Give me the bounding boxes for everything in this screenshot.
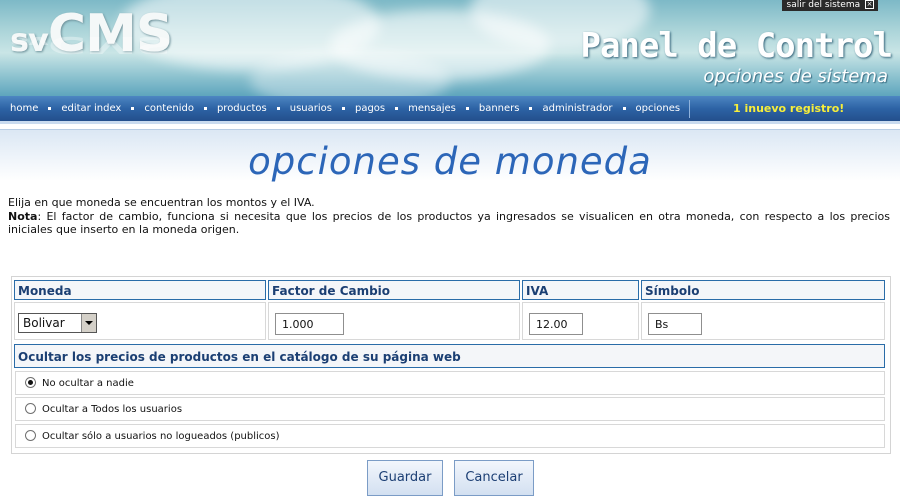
note-label: Nota — [8, 210, 38, 223]
radio-label: No ocultar a nadie — [42, 378, 134, 389]
nav-item-contenido[interactable]: contenido — [142, 103, 196, 114]
nav-separator — [203, 107, 207, 110]
radio-option-ocultar-todos[interactable]: Ocultar a Todos los usuarios — [15, 397, 885, 421]
header-factor-cambio: Factor de Cambio — [268, 280, 520, 300]
nav-item-editar-index[interactable]: editar index — [59, 103, 123, 114]
header-simbolo: Símbolo — [641, 280, 885, 300]
chevron-down-icon — [81, 314, 96, 332]
nav-item-banners[interactable]: banners — [477, 103, 522, 114]
main-nav: home editar index contenido productos us… — [0, 96, 900, 121]
header-iva: IVA — [522, 280, 639, 300]
nav-separator — [465, 107, 469, 110]
moneda-selected-value: Bolivar — [23, 316, 65, 330]
radio-option-no-ocultar[interactable]: No ocultar a nadie — [15, 371, 885, 395]
nav-separator — [622, 107, 626, 110]
hide-prices-header: Ocultar los precios de productos en el c… — [14, 344, 885, 368]
page-title: opciones de moneda — [248, 140, 652, 183]
nav-item-home[interactable]: home — [8, 103, 40, 114]
page-title-box: opciones de moneda — [0, 129, 900, 183]
nav-separator — [276, 107, 280, 110]
nav-separator — [341, 107, 345, 110]
panel-subtitle: opciones de sistema — [703, 66, 888, 87]
nav-separator — [529, 107, 533, 110]
nav-item-usuarios[interactable]: usuarios — [288, 103, 334, 114]
save-button[interactable]: Guardar — [367, 460, 443, 496]
panel-title: Panel de Control — [580, 26, 893, 66]
nav-separator — [131, 107, 135, 110]
logout-label: salir del sistema — [786, 0, 861, 10]
logo-reflection-sv: sv — [10, 33, 48, 51]
nav-separator — [48, 107, 52, 110]
moneda-select[interactable]: Bolivar — [18, 313, 97, 333]
header-moneda: Moneda — [14, 280, 266, 300]
nav-item-mensajes[interactable]: mensajes — [406, 103, 458, 114]
iva-input[interactable]: 12.00 — [529, 313, 583, 335]
nav-item-productos[interactable]: productos — [215, 103, 269, 114]
nav-item-administrador[interactable]: administrador — [540, 103, 614, 114]
nav-separator — [395, 107, 399, 110]
radio-button[interactable] — [25, 403, 36, 414]
nav-bottom-strip — [0, 121, 900, 124]
note-text: Nota: El factor de cambio, funciona si n… — [8, 210, 890, 236]
note-body: : El factor de cambio, funciona si neces… — [8, 210, 890, 236]
factor-cambio-input[interactable]: 1.000 — [275, 313, 344, 335]
simbolo-input[interactable]: Bs — [648, 313, 702, 335]
nav-item-pagos[interactable]: pagos — [353, 103, 387, 114]
radio-option-ocultar-no-logueados[interactable]: Ocultar sólo a usuarios no logueados (pu… — [15, 424, 885, 448]
logout-button[interactable]: salir del sistema × — [781, 0, 878, 11]
radio-label: Ocultar a Todos los usuarios — [42, 404, 183, 415]
logo-reflection-cms: CMS — [47, 31, 173, 58]
nav-divider — [689, 100, 690, 118]
close-icon: × — [865, 0, 874, 9]
intro-text: Elija en que moneda se encuentran los mo… — [8, 196, 315, 209]
radio-button[interactable] — [25, 377, 36, 388]
logo-reflection: svCMS — [10, 31, 172, 58]
nav-item-opciones[interactable]: opciones — [634, 103, 683, 114]
radio-button[interactable] — [25, 430, 36, 441]
cancel-button[interactable]: Cancelar — [454, 460, 534, 496]
new-registration-notice[interactable]: 1 inuevo registro! — [733, 102, 844, 115]
header-banner: svCMS svCMS Panel de Control opciones de… — [0, 0, 900, 96]
radio-label: Ocultar sólo a usuarios no logueados (pu… — [42, 431, 280, 442]
